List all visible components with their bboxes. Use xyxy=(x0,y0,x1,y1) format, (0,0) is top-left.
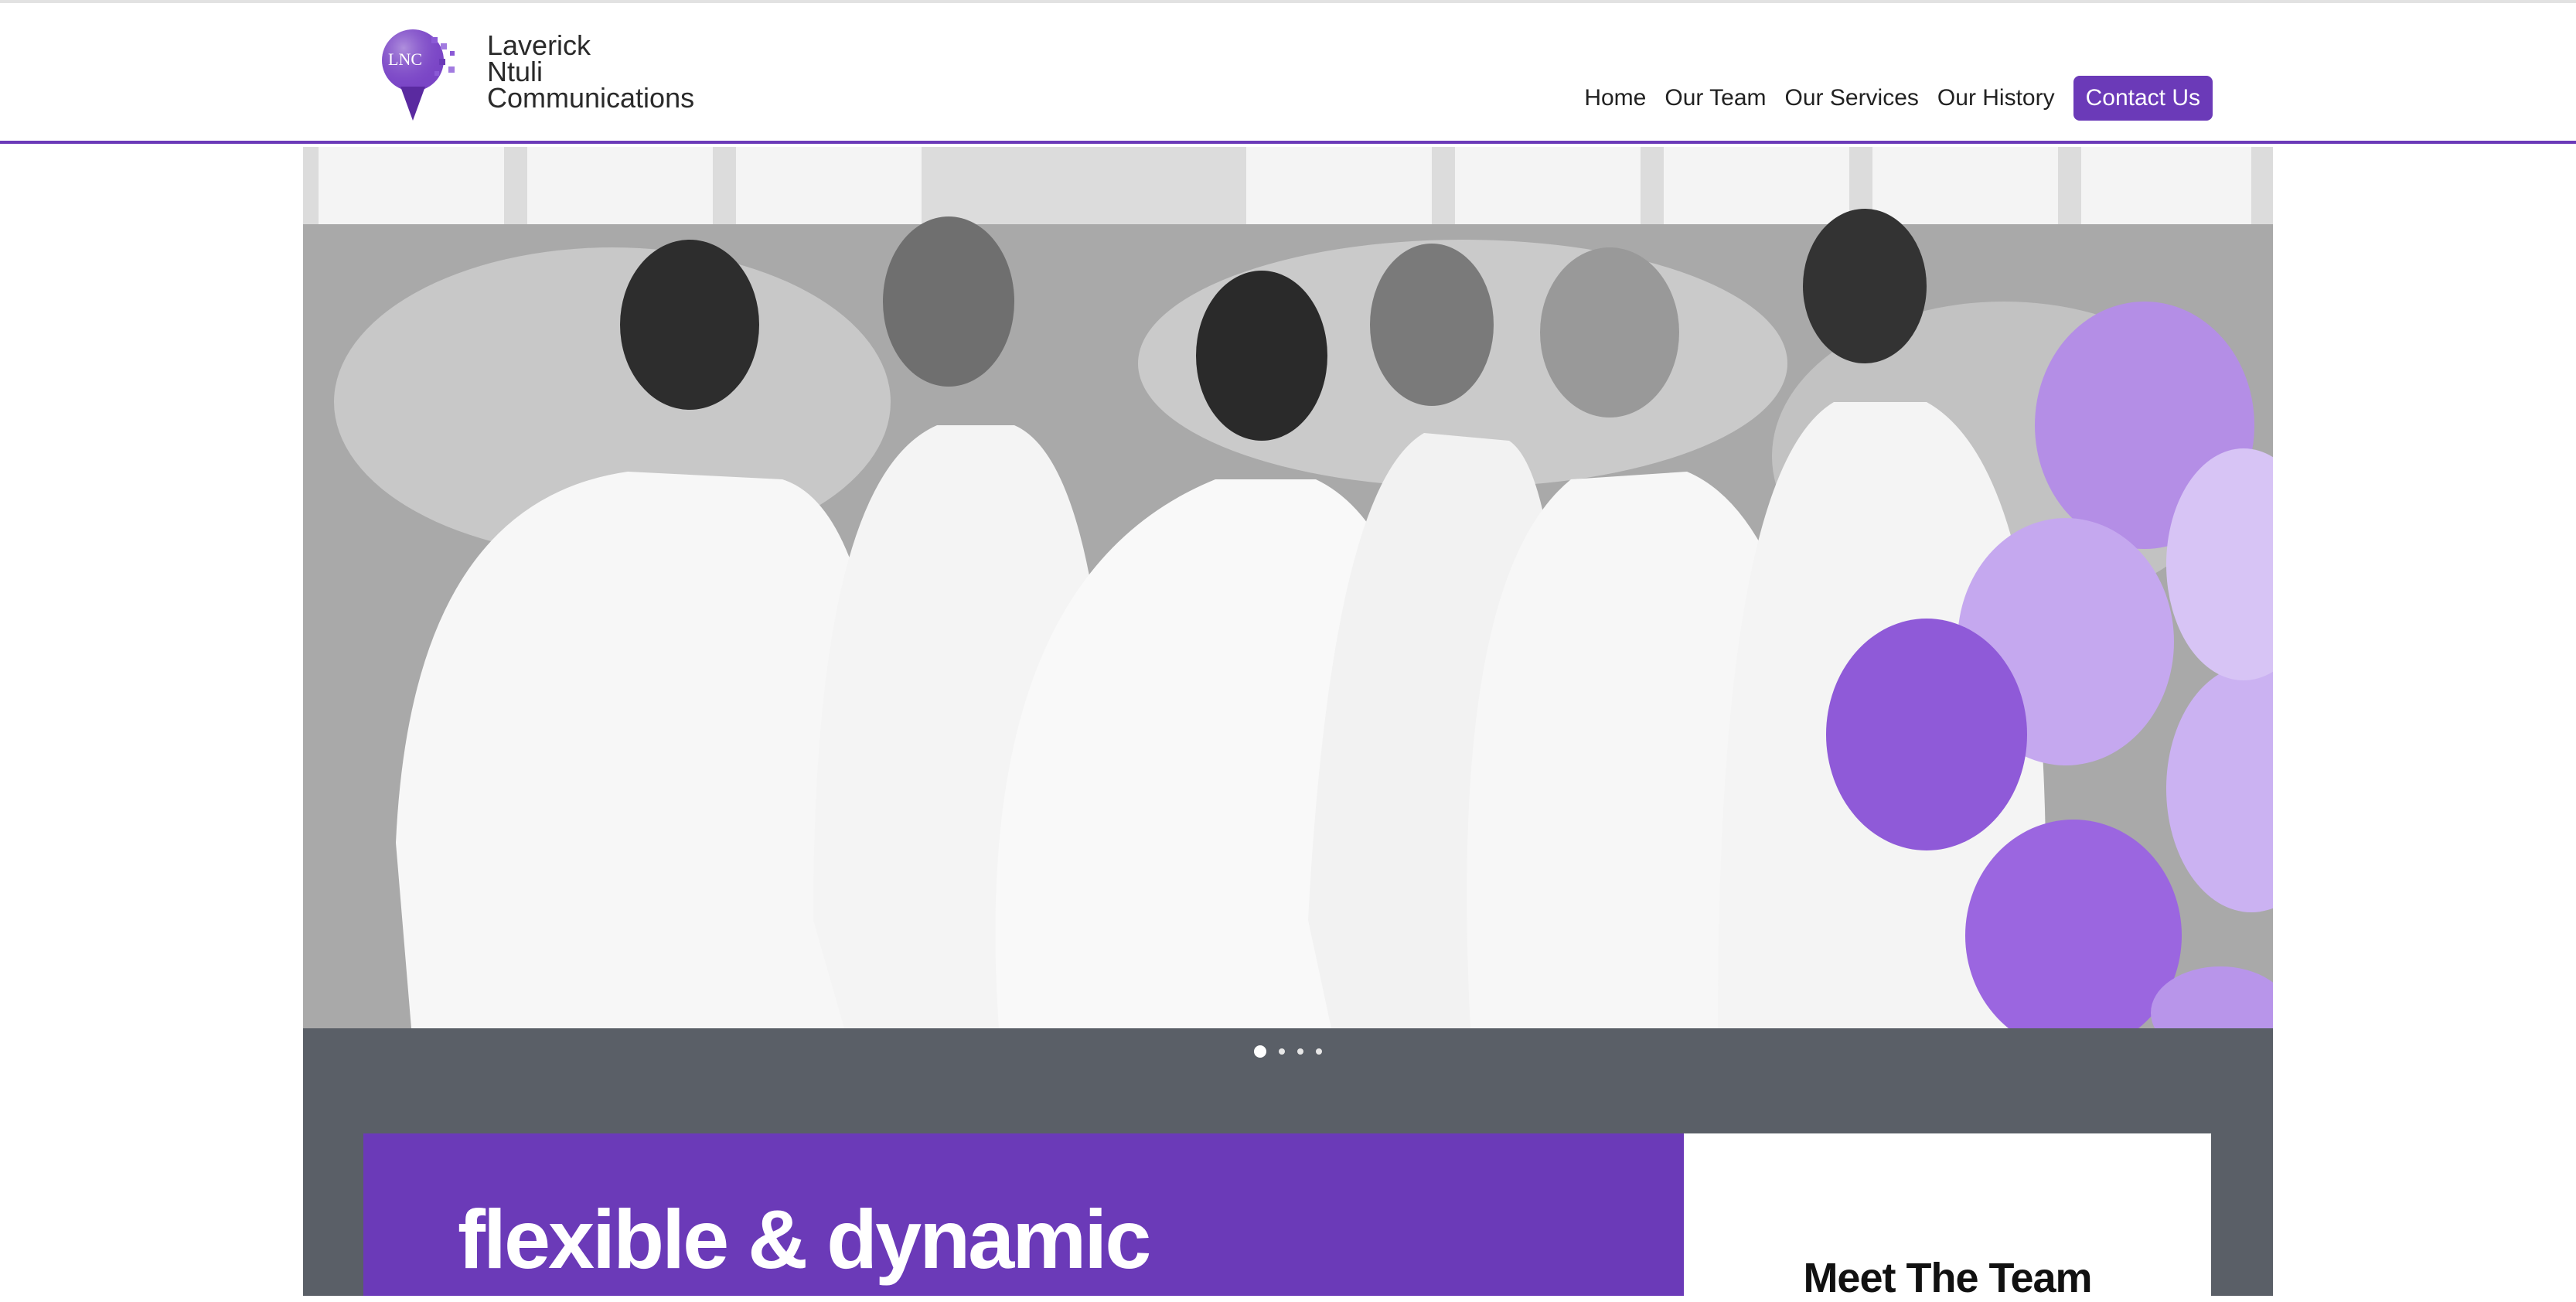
logo-mark-text: LNC xyxy=(388,49,422,69)
nav-our-history[interactable]: Our History xyxy=(1937,85,2055,111)
logo-wordmark: Laverick Ntuli Communications xyxy=(487,29,695,114)
nav-contact-us-button[interactable]: Contact Us xyxy=(2073,76,2213,121)
slider-dots xyxy=(303,1045,2273,1058)
headline: flexible & dynamic xyxy=(458,1192,1151,1286)
hero-slider-image xyxy=(303,147,2273,1028)
site-header: LNC Laverick Ntuli Communications Home O… xyxy=(0,3,2576,144)
logo-line-1: Laverick xyxy=(487,29,591,61)
slide-dot-4[interactable] xyxy=(1316,1048,1322,1055)
nav-home[interactable]: Home xyxy=(1584,85,1646,111)
nav-our-services[interactable]: Our Services xyxy=(1785,85,1919,111)
team-photo xyxy=(303,147,2273,1028)
meet-team-title: Meet The Team xyxy=(1803,1255,2092,1301)
slide-dot-2[interactable] xyxy=(1279,1048,1285,1055)
nav-our-team[interactable]: Our Team xyxy=(1665,85,1766,111)
site-logo[interactable]: LNC Laverick Ntuli Communications xyxy=(377,25,702,124)
logo-line-3: Communications xyxy=(487,82,695,114)
meet-team-card[interactable]: Meet The Team xyxy=(1684,1133,2211,1301)
slide-dot-1[interactable] xyxy=(1254,1045,1266,1058)
logo-line-2: Ntuli xyxy=(487,56,543,87)
headline-card: flexible & dynamic xyxy=(363,1133,1684,1296)
main-nav: Home Our Team Our Services Our History C… xyxy=(1566,76,2213,121)
slide-dot-3[interactable] xyxy=(1297,1048,1303,1055)
lnc-logo-icon: LNC xyxy=(382,29,455,121)
